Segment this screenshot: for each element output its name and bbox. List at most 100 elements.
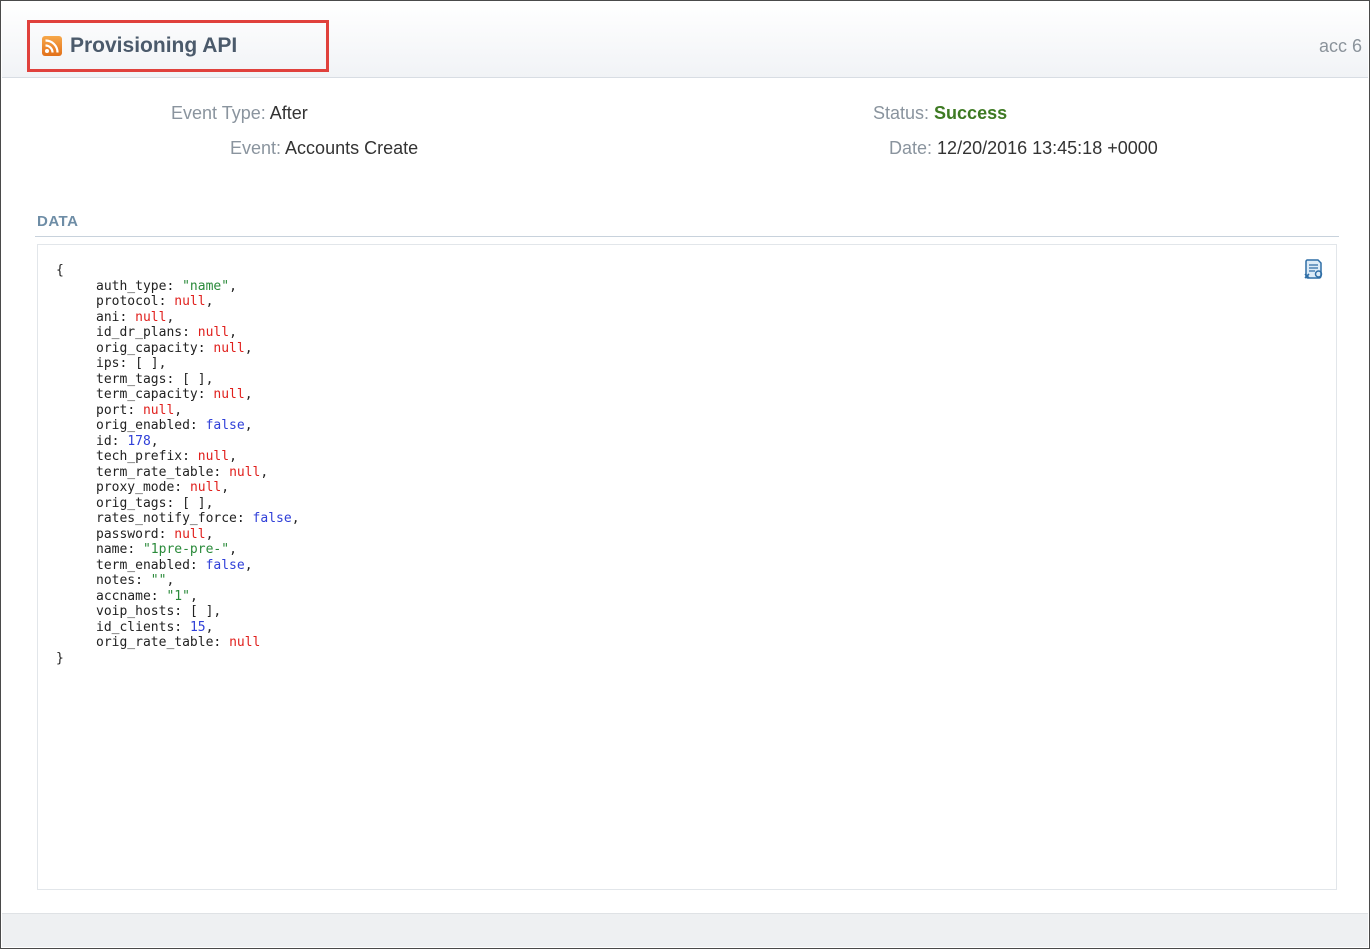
event-type-value: After (269, 103, 308, 123)
json-key-separator: : (189, 557, 206, 573)
status-row: Status: Success (873, 103, 1007, 124)
json-field-key: orig_capacity (96, 340, 198, 356)
json-field-key: notes (96, 573, 136, 588)
json-field-row: protocol: null, (56, 294, 300, 310)
json-field-row: accname: "1", (56, 589, 300, 605)
json-field-value: null (213, 340, 245, 356)
json-comma: , (205, 526, 214, 542)
json-key-separator: : (197, 340, 214, 356)
json-field-value: null (213, 387, 245, 402)
header-bar: Provisioning API acc 6 (2, 2, 1368, 78)
json-key-separator: : (166, 495, 183, 511)
json-open-brace: { (56, 263, 64, 278)
json-comma: , (166, 573, 175, 588)
json-comma: , (291, 511, 300, 526)
json-field-row: term_rate_table: null, (56, 465, 300, 481)
json-field-value: null (189, 480, 222, 495)
json-comma: , (229, 449, 237, 464)
json-field-row: voip_hosts: [ ], (56, 604, 300, 620)
account-label: acc 6 (1318, 36, 1362, 56)
json-field-value: null (229, 464, 261, 480)
json-field-row: orig_capacity: null, (56, 341, 300, 357)
json-key-separator: : (135, 573, 151, 588)
json-field-row: term_tags: [ ], (56, 372, 300, 388)
json-field-key: port (96, 402, 128, 418)
json-key-separator: : (127, 402, 143, 418)
json-field-value: false (205, 557, 245, 573)
json-field-value: null (229, 635, 261, 650)
json-field-key: name (96, 542, 128, 557)
json-field-row: term_capacity: null, (56, 387, 300, 403)
json-code-block: { auth_type: "name", protocol: null, ani: … (56, 263, 300, 666)
json-key-separator: : (213, 635, 230, 650)
json-fields: auth_type: "name", protocol: null, ani: nu… (56, 279, 300, 651)
json-field-key: id_dr_plans (96, 325, 183, 340)
event-row: Event: Accounts Create (230, 138, 418, 159)
json-field-row: password: null, (56, 527, 300, 543)
json-key-separator: : (166, 278, 183, 294)
json-data-panel: { auth_type: "name", protocol: null, ani: … (37, 244, 1337, 890)
json-field-key: id (96, 433, 112, 449)
json-comma: , (205, 294, 214, 309)
json-field-row: ips: [ ], (56, 356, 300, 372)
json-field-key: proxy_mode (96, 480, 175, 495)
json-field-row: term_enabled: false, (56, 558, 300, 574)
event-type-label: Event Type: (171, 103, 266, 123)
json-field-value: [ ] (135, 356, 159, 371)
json-field-key: voip_hosts (96, 604, 175, 619)
json-field-value: false (252, 511, 292, 526)
json-key-separator: : (189, 418, 206, 433)
json-field-value: "1pre-pre-" (142, 542, 230, 557)
json-field-value: null (135, 309, 167, 325)
json-field-value: 178 (127, 433, 151, 449)
event-type-row: Event Type: After (171, 103, 308, 124)
json-key-separator: : (174, 604, 190, 619)
json-field-key: auth_type (96, 278, 167, 294)
json-comma: , (244, 387, 253, 402)
json-field-key: accname (96, 588, 151, 604)
date-label: Date: (889, 138, 933, 158)
json-key-separator: : (119, 356, 136, 371)
json-key-separator: : (182, 449, 198, 464)
json-comma: , (174, 402, 183, 418)
json-comma: , (221, 480, 230, 495)
json-field-value: [ ] (189, 604, 214, 619)
event-label: Event: (230, 138, 282, 158)
json-comma: , (244, 340, 253, 356)
json-field-row: id_dr_plans: null, (56, 325, 300, 341)
json-field-value: "name" (182, 278, 230, 294)
json-key-separator: : (174, 480, 190, 495)
json-field-value: null (174, 526, 206, 542)
json-field-value: null (174, 294, 206, 309)
json-comma: , (189, 588, 198, 604)
json-field-row: name: "1pre-pre-", (56, 542, 300, 558)
json-comma: , (166, 309, 175, 325)
json-field-key: term_enabled (96, 557, 190, 573)
json-key-separator: : (182, 325, 198, 340)
json-comma: , (205, 371, 214, 387)
json-key-separator: : (213, 464, 230, 480)
json-comma: , (229, 278, 237, 294)
status-label: Status: (873, 103, 930, 123)
event-value: Accounts Create (285, 138, 419, 158)
rss-icon (42, 36, 62, 56)
json-comma: , (158, 356, 167, 371)
json-field-key: protocol (96, 294, 159, 309)
event-detail-window: Provisioning API acc 6 Event Type: After… (0, 0, 1370, 949)
json-field-value: null (197, 449, 230, 464)
json-field-key: term_rate_table (96, 464, 214, 480)
json-field-key: tech_prefix (96, 449, 183, 464)
json-field-value: false (205, 418, 245, 433)
json-key-separator: : (158, 526, 175, 542)
json-field-key: term_capacity (96, 387, 198, 402)
json-field-key: rates_notify_force (96, 511, 237, 526)
json-field-row: id: 178, (56, 434, 300, 450)
json-copy-icon[interactable] (1302, 257, 1326, 281)
json-comma: , (244, 557, 253, 573)
json-field-row: auth_type: "name", (56, 279, 300, 295)
json-field-row: orig_tags: [ ], (56, 496, 300, 512)
json-field-key: password (96, 526, 159, 542)
json-field-row: tech_prefix: null, (56, 449, 300, 465)
json-field-value: "1" (166, 588, 190, 604)
data-section-title: DATA (37, 213, 79, 230)
